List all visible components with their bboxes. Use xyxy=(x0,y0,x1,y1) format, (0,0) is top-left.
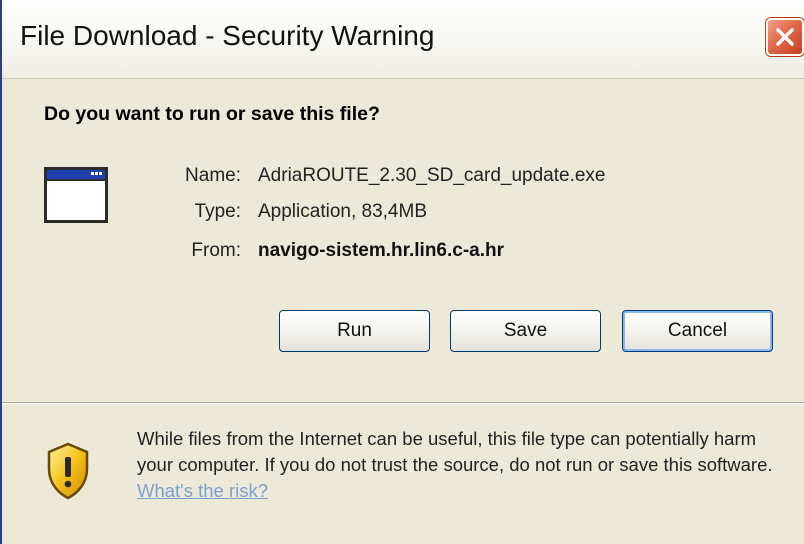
file-name-value: AdriaROUTE_2.30_SD_card_update.exe xyxy=(258,165,606,186)
from-label: From: xyxy=(191,240,241,261)
file-download-dialog: File Download - Security Warning Do you … xyxy=(0,0,804,544)
run-button[interactable]: Run xyxy=(279,310,430,352)
question-heading: Do you want to run or save this file? xyxy=(44,103,380,125)
window-title: File Download - Security Warning xyxy=(20,20,435,51)
cancel-button[interactable]: Cancel xyxy=(622,310,773,352)
from-row: From: navigo-sistem.hr.lin6.c-a.hr xyxy=(2,240,804,266)
file-type-value: Application, 83,4MB xyxy=(258,201,427,222)
type-row: Type: Application, 83,4MB xyxy=(2,201,804,227)
warning-panel: While files from the Internet can be use… xyxy=(2,404,804,544)
whats-the-risk-link[interactable]: What's the risk? xyxy=(137,480,268,501)
warning-message: While files from the Internet can be use… xyxy=(137,426,787,504)
security-shield-icon xyxy=(46,442,90,505)
title-bar[interactable]: File Download - Security Warning xyxy=(2,0,804,79)
name-label: Name: xyxy=(185,165,241,186)
close-icon xyxy=(776,28,794,46)
save-button[interactable]: Save xyxy=(450,310,601,352)
name-row: Name: AdriaROUTE_2.30_SD_card_update.exe xyxy=(2,165,804,191)
warning-text: While files from the Internet can be use… xyxy=(137,428,773,475)
source-host-value: navigo-sistem.hr.lin6.c-a.hr xyxy=(258,240,505,261)
type-label: Type: xyxy=(194,201,241,222)
file-info-panel: Do you want to run or save this file? Na… xyxy=(2,79,804,399)
close-button[interactable] xyxy=(766,18,804,56)
